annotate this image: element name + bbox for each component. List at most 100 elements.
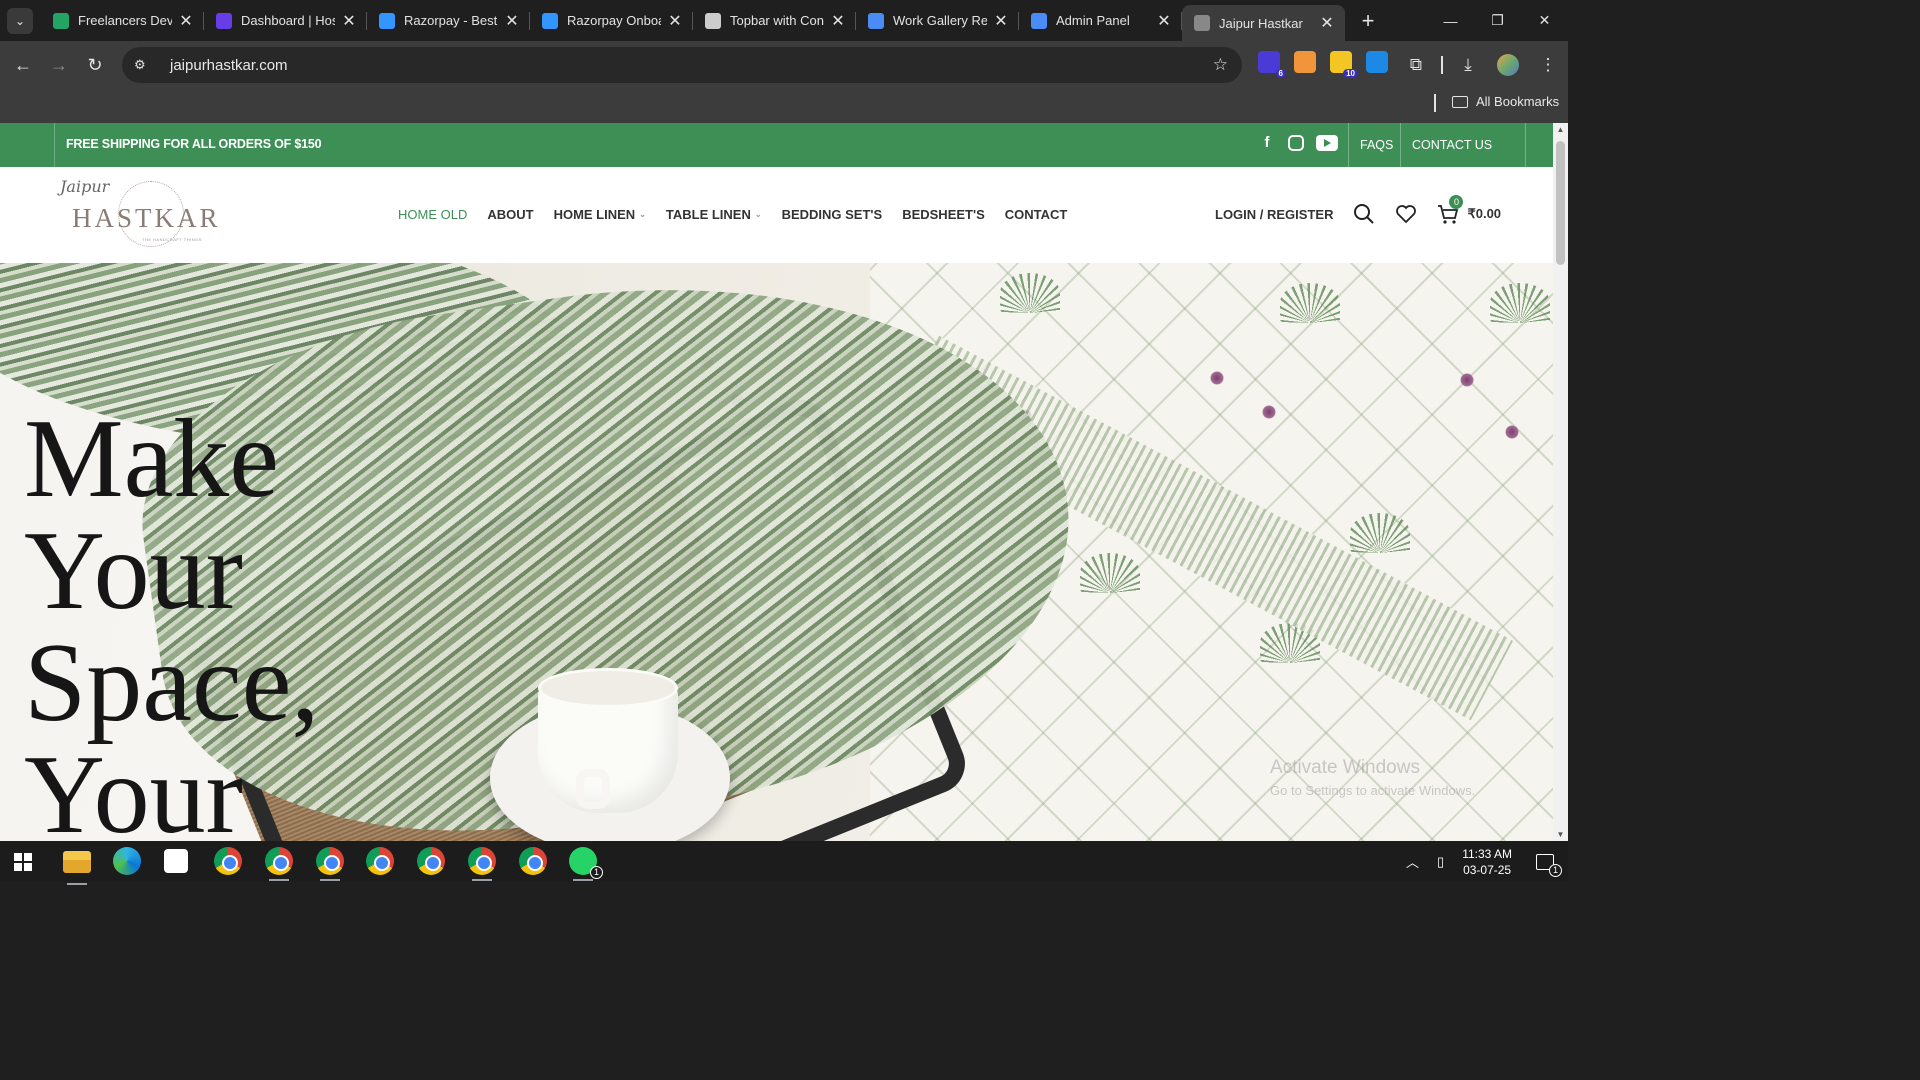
browser-tab[interactable]: Razorpay Onboa ✕ [530, 0, 693, 41]
faqs-link[interactable]: FAQS [1360, 138, 1393, 152]
chevron-down-icon: ⌄ [639, 210, 646, 219]
nav-item[interactable]: TABLE LINEN ⌄ [666, 207, 762, 222]
nav-item[interactable]: HOME LINEN ⌄ [554, 207, 646, 222]
browser-tab[interactable]: Dashboard | Hos ✕ [204, 0, 367, 41]
instagram-icon[interactable] [1288, 134, 1304, 151]
forward-button[interactable]: → [41, 47, 77, 83]
chevron-down-icon: ⌄ [14, 13, 26, 28]
web-page: FREE SHIPPING FOR ALL ORDERS OF $150 f F… [0, 123, 1553, 841]
minimize-button[interactable]: — [1427, 0, 1474, 41]
reload-button[interactable]: ↻ [77, 47, 113, 83]
main-navigation: HOME OLD ABOUT HOME LINEN ⌄ TABLE LINEN ⌄ BEDD… [398, 207, 1067, 222]
search-icon[interactable] [1353, 203, 1375, 225]
menu-kebab-icon[interactable]: ⋮ [1537, 55, 1559, 75]
nav-item-label: CONTACT [1004, 207, 1068, 222]
new-tab-button[interactable]: + [1357, 8, 1379, 34]
login-register-link[interactable]: LOGIN / REGISTER [1215, 207, 1333, 222]
notification-icon[interactable]: 1 [1536, 853, 1562, 877]
browser-tab[interactable]: Admin Panel ✕ [1019, 0, 1182, 41]
close-tab-icon[interactable]: ✕ [1319, 13, 1335, 33]
device-icon[interactable]: ▯ [1437, 854, 1444, 870]
browser-tab[interactable]: Jaipur Hastkar ✕ [1182, 5, 1345, 41]
chrome-profile-icon[interactable] [417, 847, 445, 875]
bookmark-star-icon[interactable]: ☆ [1213, 55, 1228, 75]
page-scrollbar[interactable]: ▲ ▼ [1553, 123, 1568, 841]
close-tab-icon[interactable]: ✕ [341, 11, 357, 31]
ext-purple-icon[interactable]: 6 [1258, 51, 1286, 78]
chrome-profile-icon[interactable] [316, 847, 344, 881]
chrome-profile-icon[interactable] [468, 847, 496, 881]
all-bookmarks-label: All Bookmarks [1476, 94, 1560, 109]
windows-start-icon[interactable] [14, 853, 32, 871]
windows-taskbar: 1 ︿ ▯ 11:33 AM 03-07-25 1 [0, 841, 1568, 885]
close-tab-icon[interactable]: ✕ [504, 11, 520, 31]
social-links: f [1258, 134, 1338, 151]
chevron-down-icon: ⌄ [754, 210, 762, 219]
browser-tab[interactable]: Razorpay - Best ✕ [367, 0, 530, 41]
whatsapp-icon[interactable]: 1 [569, 847, 603, 881]
extensions-puzzle-icon[interactable]: ⧉ [1405, 55, 1427, 75]
ext-orange-icon[interactable] [1294, 51, 1316, 73]
nav-item[interactable]: HOME OLD [398, 207, 467, 222]
microsoft-store-icon[interactable] [164, 849, 188, 873]
logo-wordmark: HASTKAR [72, 203, 221, 233]
restore-button[interactable]: ❐ [1474, 0, 1521, 41]
youtube-icon[interactable] [1316, 134, 1338, 151]
palm-motif [1280, 283, 1340, 323]
profile-avatar[interactable] [1497, 54, 1519, 76]
cart-count-badge: 0 [1449, 195, 1464, 209]
browser-toolbar: ← → ↻ ⚙ jaipurhastkar.com ☆ 6 10 ⧉ ⤓ ⋮ [0, 41, 1568, 89]
ext-m-icon[interactable] [1366, 51, 1388, 73]
address-bar[interactable]: ⚙ jaipurhastkar.com ☆ [122, 47, 1242, 83]
nav-item[interactable]: BEDSHEET'S [902, 207, 985, 222]
wishlist-heart-icon[interactable] [1395, 203, 1417, 225]
back-button[interactable]: ← [5, 47, 41, 83]
razorpay-icon [542, 12, 558, 29]
nav-item[interactable]: ABOUT [487, 207, 533, 222]
chrome-profile-icon[interactable] [265, 847, 293, 881]
tab-title: Jaipur Hastkar [1219, 15, 1303, 31]
palm-motif [1350, 513, 1410, 553]
hero-banner: Make Your Space, Your Activate Windows Go t… [0, 263, 1553, 841]
chrome-icon[interactable] [214, 847, 242, 875]
hero-headline-line: Make [24, 397, 280, 521]
scroll-down-arrow-icon[interactable]: ▼ [1556, 830, 1565, 839]
contact-us-link[interactable]: CONTACT US [1412, 138, 1492, 152]
scrollbar-thumb[interactable] [1556, 141, 1565, 265]
facebook-icon[interactable]: f [1258, 134, 1276, 151]
download-icon[interactable]: ⤓ [1457, 55, 1479, 75]
file-explorer-icon[interactable] [63, 851, 91, 885]
site-info-icon[interactable]: ⚙ [134, 57, 158, 73]
close-tab-icon[interactable]: ✕ [993, 11, 1009, 31]
cart-button[interactable]: 0 ₹0.00 [1437, 195, 1501, 225]
close-tab-icon[interactable]: ✕ [178, 11, 194, 31]
chrome-profile-icon[interactable] [519, 847, 547, 875]
browser-tab[interactable]: Freelancers Deve ✕ [41, 0, 204, 41]
hero-headline-line: Your [24, 509, 243, 633]
close-tab-icon[interactable]: ✕ [667, 11, 683, 31]
palm-motif [1080, 553, 1140, 593]
close-tab-icon[interactable]: ✕ [1156, 11, 1172, 31]
tab-title: Razorpay Onboa [567, 13, 661, 28]
nav-item-label: BEDDING SET'S [781, 207, 883, 222]
edge-icon[interactable] [113, 847, 141, 875]
toolbar-divider [1441, 56, 1443, 74]
system-clock[interactable]: 11:33 AM 03-07-25 [1462, 846, 1512, 878]
site-logo[interactable]: Jaipur HASTKAR THE HANDCRAFT THINGS [56, 177, 218, 251]
chrome-profile-icon[interactable] [366, 847, 394, 875]
nav-item[interactable]: BEDDING SET'S [782, 207, 883, 222]
promo-divider [1525, 123, 1526, 167]
scroll-up-arrow-icon[interactable]: ▲ [1556, 125, 1565, 134]
close-tab-icon[interactable]: ✕ [830, 11, 846, 31]
browser-tab[interactable]: Work Gallery Re ✕ [856, 0, 1019, 41]
nav-item[interactable]: CONTACT [1005, 207, 1068, 222]
close-window-button[interactable]: ✕ [1521, 0, 1568, 41]
promo-left-border [54, 123, 55, 167]
browser-tab[interactable]: Topbar with Con ✕ [693, 0, 856, 41]
tab-search-button[interactable]: ⌄ [7, 7, 33, 34]
folder-icon [1452, 95, 1468, 108]
url-text: jaipurhastkar.com [170, 56, 288, 74]
all-bookmarks-button[interactable]: All Bookmarks [1452, 94, 1559, 109]
chevron-up-icon[interactable]: ︿ [1406, 852, 1419, 871]
ext-yellow-icon[interactable]: 10 [1330, 51, 1358, 78]
